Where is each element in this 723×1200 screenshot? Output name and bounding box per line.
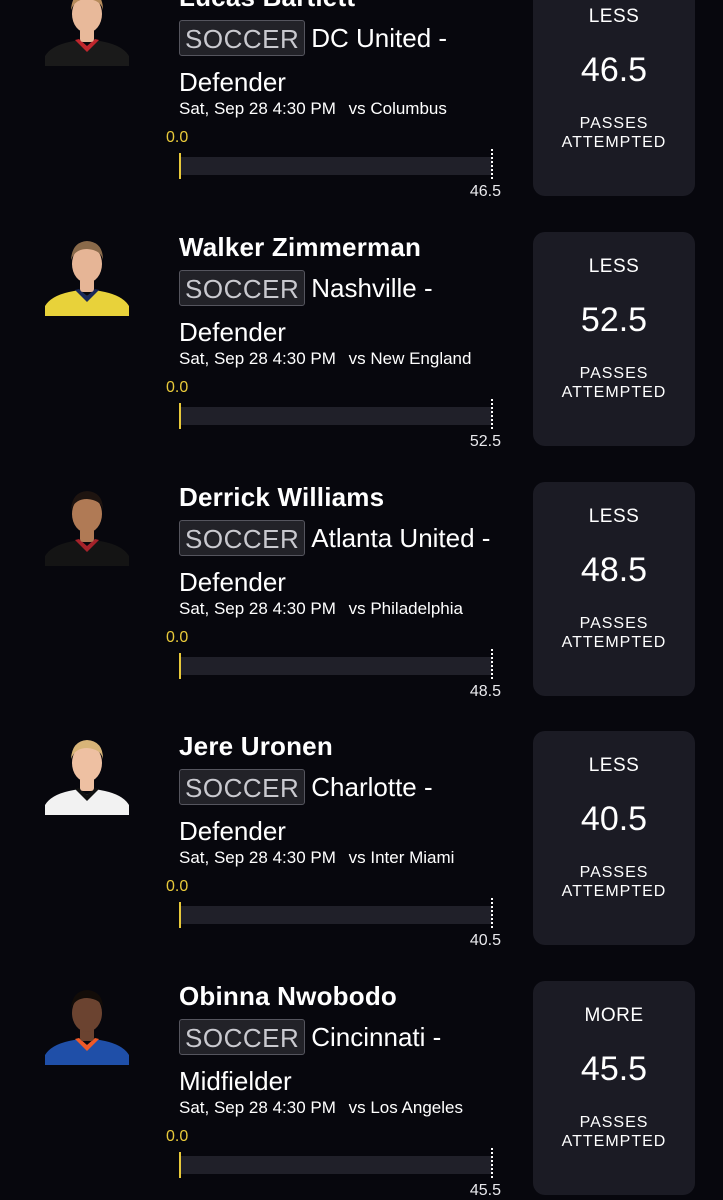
opponent: vs Los Angeles (348, 1098, 463, 1117)
pick-direction: MORE (584, 1005, 644, 1026)
pick-card[interactable]: LESS 52.5 PASSES ATTEMPTED (533, 232, 695, 446)
player-name: Obinna Nwobodo (179, 981, 397, 1011)
line-value: 45.5 (580, 1050, 648, 1088)
progress-track (179, 157, 492, 175)
pick-card[interactable]: LESS 48.5 PASSES ATTEMPTED (533, 482, 695, 696)
line-value: 52.5 (580, 301, 648, 339)
progress-target-marker (491, 649, 493, 679)
player-avatar (45, 731, 129, 815)
progress-target-marker (491, 1148, 493, 1178)
progress-target-marker (491, 399, 493, 429)
progress-start-marker (179, 653, 181, 679)
player-headshot-icon (45, 0, 129, 66)
progress-start-marker (179, 153, 181, 179)
team-position-block: SOCCER Charlotte - Defender (179, 764, 519, 852)
player-avatar (45, 0, 129, 66)
progress-start-marker (179, 902, 181, 928)
stat-name: PASSES ATTEMPTED (561, 615, 667, 651)
team-position-block: SOCCER DC United - Defender (179, 15, 519, 103)
progress-track (179, 906, 492, 924)
projection-row[interactable]: Lucas Bartlett SOCCERDC United - Defende… (0, 0, 723, 232)
progress-target-marker (491, 898, 493, 928)
projection-row[interactable]: Jere Uronen SOCCER Charlotte - Defender S… (0, 731, 723, 981)
line-value: 48.5 (580, 551, 648, 589)
progress-current-value: 0.0 (166, 129, 189, 146)
pick-card[interactable]: LESS 46.5 PASSES ATTEMPTED (533, 0, 695, 196)
player-name: Lucas Bartlett (179, 0, 355, 12)
player-headshot-icon (45, 990, 129, 1065)
progress-track (179, 1156, 492, 1174)
player-headshot-icon (45, 241, 129, 316)
progress-start-marker (179, 1152, 181, 1178)
projection-row[interactable]: Obinna Nwobodo SOCCER Cincinnati - Midfie… (0, 981, 723, 1200)
player-avatar (45, 981, 129, 1065)
player-avatar (45, 232, 129, 316)
sport-badge: SOCCER (179, 520, 306, 557)
sport-badge: SOCCER (179, 769, 306, 806)
pick-direction: LESS (588, 256, 640, 277)
opponent: vs Columbus (348, 99, 447, 118)
game-time: Sat, Sep 28 4:30 PM (179, 848, 336, 867)
player-avatar (45, 482, 129, 566)
game-time: Sat, Sep 28 4:30 PM (179, 99, 336, 118)
line-value: 40.5 (580, 800, 648, 838)
pick-direction: LESS (588, 506, 640, 527)
progress-target-value: 52.5 (469, 433, 501, 450)
projection-row[interactable]: Walker Zimmerman SOCCER Nashville - Defen… (0, 232, 723, 482)
projection-row[interactable]: Derrick Williams SOCCER Atlanta United - … (0, 482, 723, 732)
game-time: Sat, Sep 28 4:30 PM (179, 1098, 336, 1117)
progress-current-value: 0.0 (166, 1128, 189, 1145)
progress-current-value: 0.0 (166, 878, 189, 895)
stat-name: PASSES ATTEMPTED (561, 1114, 667, 1150)
progress-target-value: 48.5 (469, 683, 501, 700)
team-position-block: SOCCER Nashville - Defender (179, 265, 519, 353)
player-headshot-icon (45, 740, 129, 815)
opponent: vs Inter Miami (348, 848, 455, 867)
progress-target-value: 46.5 (469, 183, 501, 200)
game-time: Sat, Sep 28 4:30 PM (179, 349, 336, 368)
sport-badge: SOCCER (179, 20, 306, 57)
progress-current-value: 0.0 (166, 379, 189, 396)
player-name: Derrick Williams (179, 482, 385, 512)
progress-start-marker (179, 403, 181, 429)
pick-card[interactable]: MORE 45.5 PASSES ATTEMPTED (533, 981, 695, 1195)
game-info: Sat, Sep 28 4:30 PM vs Philadelphia (179, 599, 463, 619)
team-position-block: SOCCER Cincinnati - Midfielder (179, 1014, 519, 1102)
stat-name: PASSES ATTEMPTED (561, 115, 667, 151)
stat-name: PASSES ATTEMPTED (561, 365, 667, 401)
player-headshot-icon (45, 491, 129, 566)
player-name: Jere Uronen (179, 731, 333, 761)
sport-badge: SOCCER (179, 1019, 306, 1056)
progress-target-value: 45.5 (469, 1182, 501, 1199)
player-name: Walker Zimmerman (179, 232, 422, 262)
projection-list: Lucas Bartlett SOCCERDC United - Defende… (0, 0, 723, 1200)
pick-card[interactable]: LESS 40.5 PASSES ATTEMPTED (533, 731, 695, 945)
game-info: Sat, Sep 28 4:30 PM vs Los Angeles (179, 1098, 463, 1118)
stat-name: PASSES ATTEMPTED (561, 864, 667, 900)
progress-current-value: 0.0 (166, 629, 189, 646)
game-info: Sat, Sep 28 4:30 PM vs New England (179, 349, 471, 369)
line-value: 46.5 (580, 51, 648, 89)
pick-direction: LESS (588, 755, 640, 776)
opponent: vs Philadelphia (348, 599, 463, 618)
game-time: Sat, Sep 28 4:30 PM (179, 599, 336, 618)
team-position-block: SOCCER Atlanta United - Defender (179, 515, 519, 603)
game-info: Sat, Sep 28 4:30 PM vs Inter Miami (179, 848, 454, 868)
progress-track (179, 407, 492, 425)
sport-badge: SOCCER (179, 270, 306, 307)
opponent: vs New England (348, 349, 472, 368)
game-info: Sat, Sep 28 4:30 PM vs Columbus (179, 99, 447, 119)
progress-target-value: 40.5 (469, 932, 501, 949)
progress-target-marker (491, 149, 493, 179)
pick-direction: LESS (588, 6, 640, 27)
progress-track (179, 657, 492, 675)
